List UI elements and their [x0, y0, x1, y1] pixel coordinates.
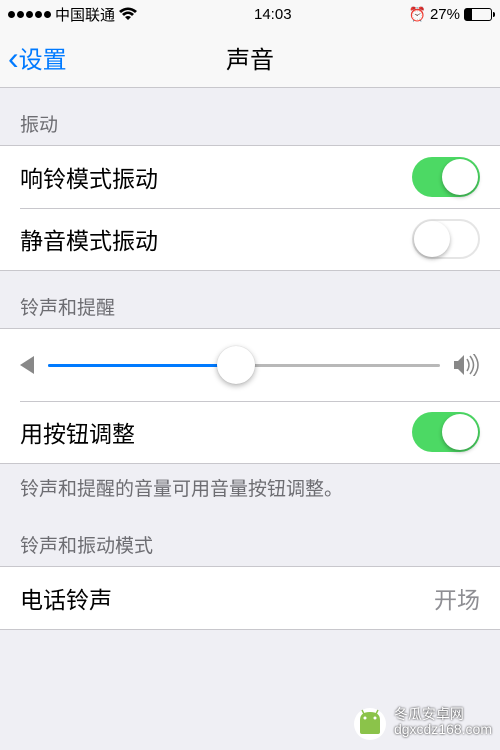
back-label: 设置	[19, 40, 67, 75]
section-header-patterns: 铃声和振动模式	[0, 509, 500, 566]
cell-value: 开场	[434, 581, 480, 615]
back-button[interactable]: ‹ 设置	[8, 40, 67, 75]
cell-group-vibrate: 响铃模式振动 静音模式振动	[0, 145, 500, 271]
section-header-ringer: 铃声和提醒	[0, 271, 500, 328]
cell-group-patterns: 电话铃声 开场	[0, 566, 500, 630]
page-title: 声音	[0, 40, 500, 75]
watermark: 冬瓜安卓网 dgxcdz168.com	[350, 702, 492, 742]
cell-ringer-volume	[0, 329, 500, 401]
cell-ringtone[interactable]: 电话铃声 开场	[0, 567, 500, 629]
volume-slider[interactable]	[48, 364, 440, 367]
volume-low-icon	[20, 356, 34, 374]
cell-vibrate-on-ring: 响铃模式振动	[0, 146, 500, 208]
chevron-left-icon: ‹	[8, 42, 19, 74]
cell-label: 电话铃声	[20, 581, 112, 615]
signal-strength-icon	[8, 11, 51, 18]
status-bar: 中国联通 14:03 27%	[0, 0, 500, 28]
battery-icon	[464, 8, 492, 21]
clock-label: 14:03	[254, 6, 292, 23]
status-left: 中国联通	[8, 4, 137, 25]
cell-label: 用按钮调整	[20, 415, 135, 449]
toggle-vibrate-on-ring[interactable]	[412, 157, 480, 197]
wifi-icon	[119, 7, 137, 21]
section-header-vibrate: 振动	[0, 88, 500, 145]
watermark-title: 冬瓜安卓网	[394, 707, 492, 722]
android-robot-icon	[350, 702, 390, 742]
cell-label: 静音模式振动	[20, 222, 158, 256]
section-footer-ringer: 铃声和提醒的音量可用音量按钮调整。	[0, 464, 500, 509]
battery-percent-label: 27%	[430, 6, 460, 23]
watermark-url: dgxcdz168.com	[394, 722, 492, 737]
cell-group-ringer: 用按钮调整	[0, 328, 500, 464]
toggle-vibrate-on-silent[interactable]	[412, 219, 480, 259]
alarm-icon	[409, 6, 426, 23]
carrier-label: 中国联通	[55, 4, 115, 25]
cell-vibrate-on-silent: 静音模式振动	[0, 208, 500, 270]
cell-change-with-buttons: 用按钮调整	[0, 401, 500, 463]
status-right: 27%	[409, 6, 492, 23]
toggle-change-with-buttons[interactable]	[412, 412, 480, 452]
nav-bar: ‹ 设置 声音	[0, 28, 500, 88]
slider-thumb[interactable]	[217, 346, 255, 384]
cell-label: 响铃模式振动	[20, 160, 158, 194]
volume-high-icon	[454, 354, 480, 376]
